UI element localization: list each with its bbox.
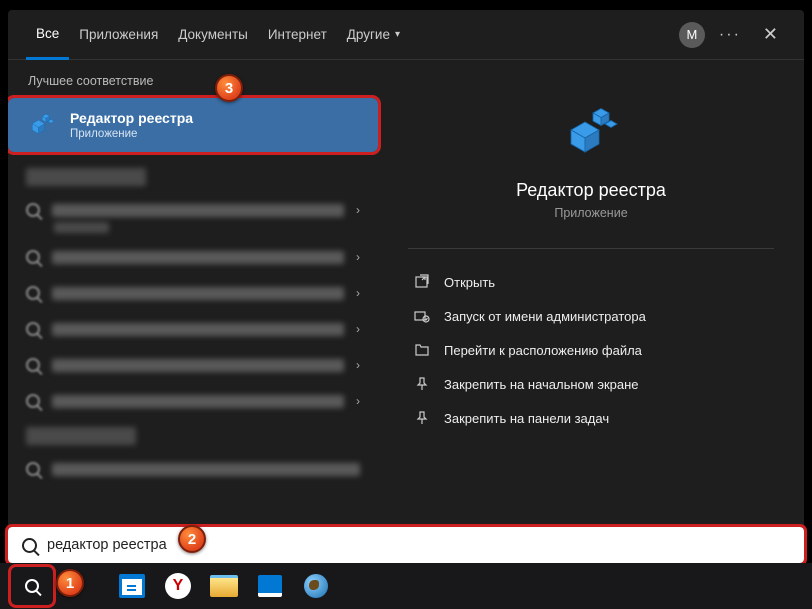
preview-subtitle: Приложение: [408, 206, 774, 220]
taskbar-globe[interactable]: [294, 566, 338, 606]
tab-documents[interactable]: Документы: [168, 10, 258, 60]
result-preview: Редактор реестра Приложение Открыть Запу…: [378, 60, 804, 565]
preview-title: Редактор реестра: [408, 180, 774, 201]
settings-icon: [258, 575, 282, 597]
open-icon: [414, 274, 430, 290]
taskbar-calendar[interactable]: [110, 566, 154, 606]
taskbar-settings[interactable]: [248, 566, 292, 606]
close-button[interactable]: ✕: [755, 20, 786, 49]
search-icon: [22, 538, 37, 553]
action-open[interactable]: Открыть: [408, 265, 774, 299]
pin-taskbar-icon: [414, 410, 430, 426]
pin-start-icon: [414, 376, 430, 392]
yandex-icon: Y: [165, 573, 191, 599]
annotation-badge-3: 3: [215, 74, 243, 102]
action-label: Открыть: [444, 275, 495, 290]
action-run-as-admin[interactable]: Запуск от имени администратора: [408, 299, 774, 333]
blurred-result[interactable]: ›: [26, 311, 360, 347]
blurred-result[interactable]: ›: [26, 275, 360, 311]
action-open-file-location[interactable]: Перейти к расположению файла: [408, 333, 774, 367]
best-match-title: Редактор реестра: [70, 110, 193, 126]
best-match-result[interactable]: Редактор реестра Приложение: [8, 98, 378, 152]
blurred-result[interactable]: ›: [26, 347, 360, 383]
taskbar-search-button[interactable]: [10, 566, 54, 606]
action-label: Перейти к расположению файла: [444, 343, 642, 358]
action-pin-start[interactable]: Закрепить на начальном экране: [408, 367, 774, 401]
globe-icon: [304, 574, 328, 598]
more-options-button[interactable]: ···: [719, 26, 741, 44]
tab-apps[interactable]: Приложения: [69, 10, 168, 60]
other-results-blurred: › › › › › ›: [8, 152, 378, 487]
action-label: Закрепить на начальном экране: [444, 377, 639, 392]
registry-editor-icon: [26, 110, 56, 140]
file-explorer-icon: [210, 575, 238, 597]
taskbar-yandex[interactable]: Y: [156, 566, 200, 606]
search-icon: [25, 579, 39, 593]
search-input[interactable]: [47, 537, 790, 553]
calendar-icon: [119, 574, 145, 598]
search-input-bar[interactable]: [8, 527, 804, 563]
blurred-result[interactable]: ›: [26, 239, 360, 275]
registry-editor-large-icon: [559, 100, 623, 164]
tab-web[interactable]: Интернет: [258, 10, 337, 60]
annotation-badge-1: 1: [56, 569, 84, 597]
tab-more[interactable]: Другие▾: [337, 10, 410, 60]
admin-icon: [414, 308, 430, 324]
chevron-down-icon: ▾: [395, 29, 400, 40]
best-match-header: Лучшее соответствие: [8, 60, 378, 98]
action-label: Закрепить на панели задач: [444, 411, 609, 426]
action-label: Запуск от имени администратора: [444, 309, 646, 324]
annotation-badge-2: 2: [178, 525, 206, 553]
taskbar-explorer[interactable]: [202, 566, 246, 606]
taskbar: Y: [0, 563, 812, 609]
best-match-subtitle: Приложение: [70, 128, 193, 140]
windows-search-panel: Все Приложения Документы Интернет Другие…: [8, 10, 804, 565]
blurred-result[interactable]: ›: [26, 383, 360, 419]
folder-icon: [414, 342, 430, 358]
tab-all[interactable]: Все: [26, 10, 69, 60]
blurred-result[interactable]: [26, 451, 360, 487]
action-pin-taskbar[interactable]: Закрепить на панели задач: [408, 401, 774, 435]
divider: [408, 248, 774, 249]
results-list: Лучшее соответствие Редактор реестра При…: [8, 60, 378, 565]
search-tabs: Все Приложения Документы Интернет Другие…: [8, 10, 804, 60]
user-avatar[interactable]: M: [679, 22, 705, 48]
